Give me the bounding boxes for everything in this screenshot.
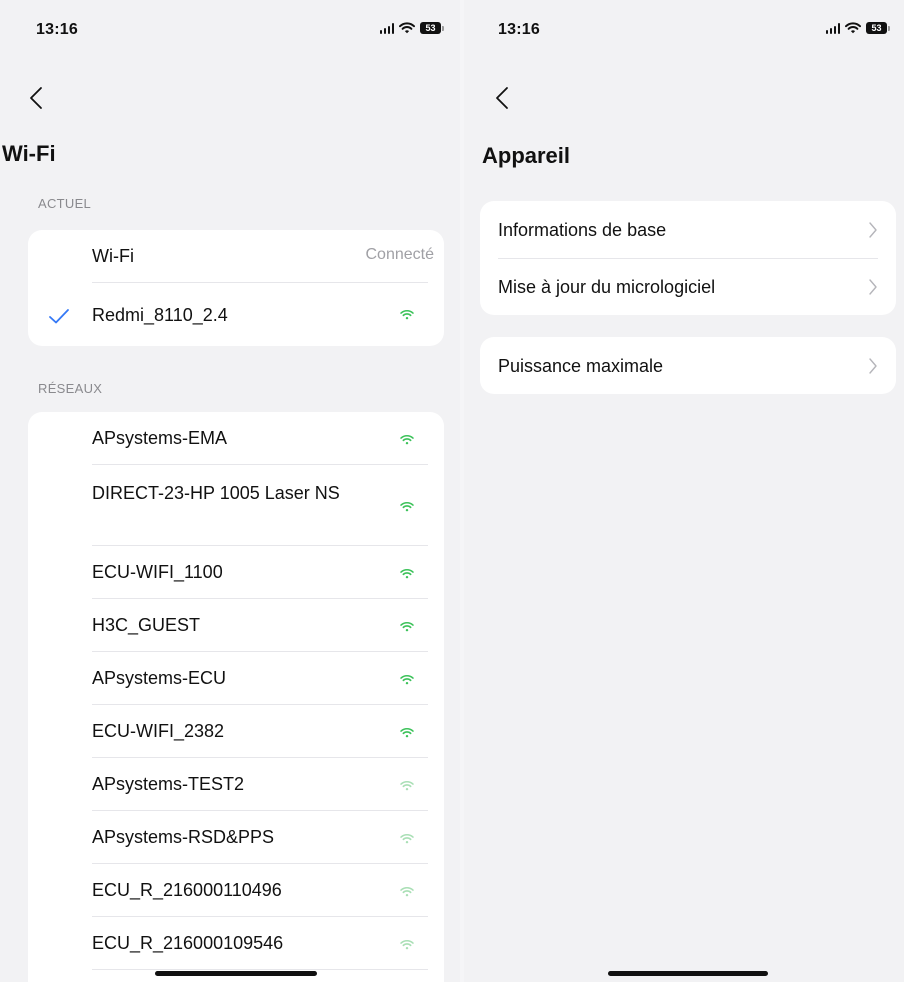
wifi-icon (400, 432, 414, 450)
network-name: APsystems-RSD&PPS (92, 827, 275, 847)
chevron-right-icon (869, 222, 877, 238)
back-button[interactable] (492, 84, 516, 112)
back-button[interactable] (26, 84, 50, 112)
wifi-icon (400, 831, 414, 849)
wifi-icon (400, 307, 414, 325)
back-chevron-icon (30, 87, 42, 109)
wifi-icon (400, 672, 414, 690)
network-name: ECU-WIFI_1100 (92, 562, 223, 582)
device-settings-group-1: Informations de base Mise à jour du micr… (480, 201, 896, 315)
wifi-toggle-row[interactable]: Wi-Fi Connecté (28, 230, 444, 282)
battery-level: 53 (866, 22, 887, 34)
divider (92, 969, 428, 970)
back-chevron-icon (496, 87, 508, 109)
battery-icon: 53 (420, 22, 444, 34)
status-icons: 53 (379, 22, 444, 34)
wifi-icon (400, 619, 414, 637)
network-row[interactable]: DIRECT-23-HP 1005 Laser NS (28, 465, 444, 545)
wifi-icon (400, 566, 414, 584)
device-settings-group-2: Puissance maximale (480, 337, 896, 394)
network-name: ECU-WIFI_2382 (92, 721, 225, 741)
network-name: ECU_R_216000109546 (92, 933, 284, 953)
connected-network-row[interactable]: Redmi_8110_2.4 (28, 283, 444, 346)
battery-level: 53 (420, 22, 441, 34)
network-row[interactable]: ECU-WIFI_2382 (28, 705, 444, 757)
menu-item-basic-info[interactable]: Informations de base (480, 201, 896, 258)
network-name: APsystems-TEST2 (92, 774, 245, 794)
status-wifi-icon (845, 22, 861, 34)
cellular-signal-icon (379, 22, 394, 34)
battery-icon: 53 (866, 22, 890, 34)
status-wifi-icon (399, 22, 415, 34)
networks-card: APsystems-EMA DIRECT-23-HP 1005 Laser NS E… (28, 412, 444, 982)
device-screen: 13:16 53 Appareil Informations de base M… (464, 0, 904, 982)
network-row[interactable]: H3C_GUEST (28, 599, 444, 651)
menu-item-label: Mise à jour du micrologiciel (498, 277, 716, 297)
network-row[interactable]: ECU_R_216000109546 (28, 917, 444, 969)
cellular-signal-icon (825, 22, 840, 34)
home-indicator (608, 971, 768, 976)
connected-network-name: Redmi_8110_2.4 (92, 305, 228, 325)
home-indicator (155, 971, 317, 976)
menu-item-label: Puissance maximale (498, 356, 664, 376)
status-bar: 13:16 53 (0, 0, 460, 60)
chevron-right-icon (869, 358, 877, 374)
status-bar: 13:16 53 (464, 0, 904, 60)
status-time: 13:16 (36, 21, 78, 38)
menu-item-firmware-update[interactable]: Mise à jour du micrologiciel (480, 259, 896, 315)
checkmark-icon (49, 309, 69, 324)
page-title: Appareil (482, 143, 571, 168)
network-name: DIRECT-23-HP 1005 Laser NS (92, 483, 340, 503)
wifi-screen: 13:16 53 Wi-Fi ACTUEL Wi-Fi Connecté Red… (0, 0, 460, 982)
network-name: APsystems-EMA (92, 428, 228, 448)
menu-item-max-power[interactable]: Puissance maximale (480, 337, 896, 394)
network-name: APsystems-ECU (92, 668, 227, 688)
network-row[interactable]: APsystems-ECU (28, 652, 444, 704)
wifi-label: Wi-Fi (92, 246, 134, 266)
current-network-card: Wi-Fi Connecté Redmi_8110_2.4 (28, 230, 444, 346)
network-row[interactable]: APsystems-TEST2 (28, 758, 444, 810)
page-title: Wi-Fi (2, 141, 56, 166)
wifi-icon (400, 937, 414, 955)
wifi-icon (400, 884, 414, 902)
network-row[interactable]: ECU_R_216000110496 (28, 864, 444, 916)
current-section-header: ACTUEL (38, 196, 92, 211)
wifi-icon (400, 778, 414, 796)
network-row[interactable]: ECU-WIFI_1100 (28, 546, 444, 598)
status-time: 13:16 (498, 21, 540, 38)
wifi-status: Connecté (365, 246, 435, 263)
wifi-icon (400, 725, 414, 743)
network-row[interactable]: APsystems-RSD&PPS (28, 811, 444, 863)
networks-section-header: RÉSEAUX (38, 381, 103, 396)
network-name: H3C_GUEST (92, 615, 201, 635)
wifi-icon (400, 499, 414, 517)
network-name: ECU_R_216000110496 (92, 880, 282, 900)
menu-item-label: Informations de base (498, 220, 667, 240)
network-row[interactable]: APsystems-EMA (28, 412, 444, 464)
status-icons: 53 (825, 22, 890, 34)
chevron-right-icon (869, 279, 877, 295)
